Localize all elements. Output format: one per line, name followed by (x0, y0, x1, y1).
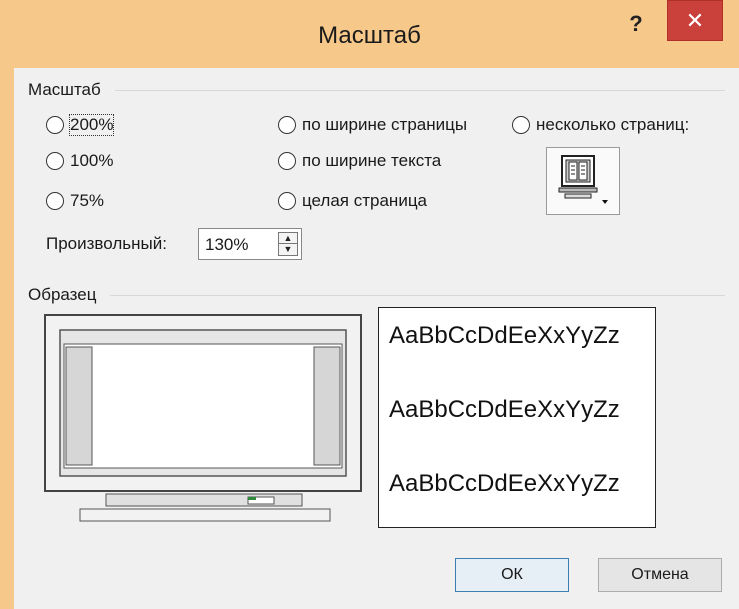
radio-circle[interactable] (46, 152, 64, 170)
radio-circle[interactable] (278, 116, 296, 134)
sample-line-3: AaBbCcDdEeXxYyZz (389, 470, 620, 497)
radio-circle[interactable] (46, 192, 64, 210)
preview-group-divider (110, 295, 725, 296)
sample-line-1: AaBbCcDdEeXxYyZz (389, 322, 620, 349)
radio-75-label: 75% (70, 191, 105, 210)
stepper-down-icon[interactable]: ▼ (279, 244, 297, 255)
close-button[interactable]: ✕ (667, 0, 723, 41)
radio-many-pages[interactable]: несколько страниц: (512, 115, 689, 135)
radio-200-label: 200% (68, 114, 115, 136)
ok-button[interactable]: ОК (455, 558, 569, 592)
radio-circle[interactable] (278, 152, 296, 170)
cancel-button[interactable]: Отмена (598, 558, 722, 592)
radio-circle[interactable] (46, 116, 64, 134)
monitor-preview-icon (44, 314, 362, 522)
radio-many-pages-label: несколько страниц: (536, 115, 690, 134)
radio-page-width-label: по ширине страницы (302, 115, 468, 134)
custom-zoom-input[interactable]: 130% ▲ ▼ (198, 228, 302, 260)
title-bar: Масштаб ? ✕ (0, 0, 739, 68)
font-sample-box: AaBbCcDdEeXxYyZz AaBbCcDdEeXxYyZz AaBbCc… (378, 307, 656, 528)
zoom-stepper[interactable]: ▲ ▼ (278, 232, 298, 256)
many-pages-button[interactable] (546, 147, 620, 215)
radio-whole-page-label: целая страница (302, 191, 428, 210)
stepper-up-icon[interactable]: ▲ (279, 233, 297, 244)
radio-100-label: 100% (70, 151, 114, 170)
radio-text-width-label: по ширине текста (302, 151, 442, 170)
window-frame-left (0, 68, 14, 609)
radio-page-width[interactable]: по ширине страницы (278, 115, 467, 135)
radio-75[interactable]: 75% (46, 191, 104, 211)
radio-100[interactable]: 100% (46, 151, 113, 171)
help-button[interactable]: ? (622, 10, 650, 38)
monitor-pages-icon (558, 155, 608, 204)
zoom-group-label: Масштаб (28, 80, 107, 100)
zoom-group-divider (115, 90, 725, 91)
radio-text-width[interactable]: по ширине текста (278, 151, 441, 171)
radio-circle[interactable] (512, 116, 530, 134)
preview-group-label: Образец (28, 285, 103, 305)
radio-200[interactable]: 200% (46, 114, 115, 136)
custom-zoom-label: Произвольный: (46, 234, 167, 253)
custom-zoom-value[interactable]: 130% (205, 235, 248, 255)
radio-whole-page[interactable]: целая страница (278, 191, 427, 211)
radio-circle[interactable] (278, 192, 296, 210)
sample-line-2: AaBbCcDdEeXxYyZz (389, 396, 620, 423)
